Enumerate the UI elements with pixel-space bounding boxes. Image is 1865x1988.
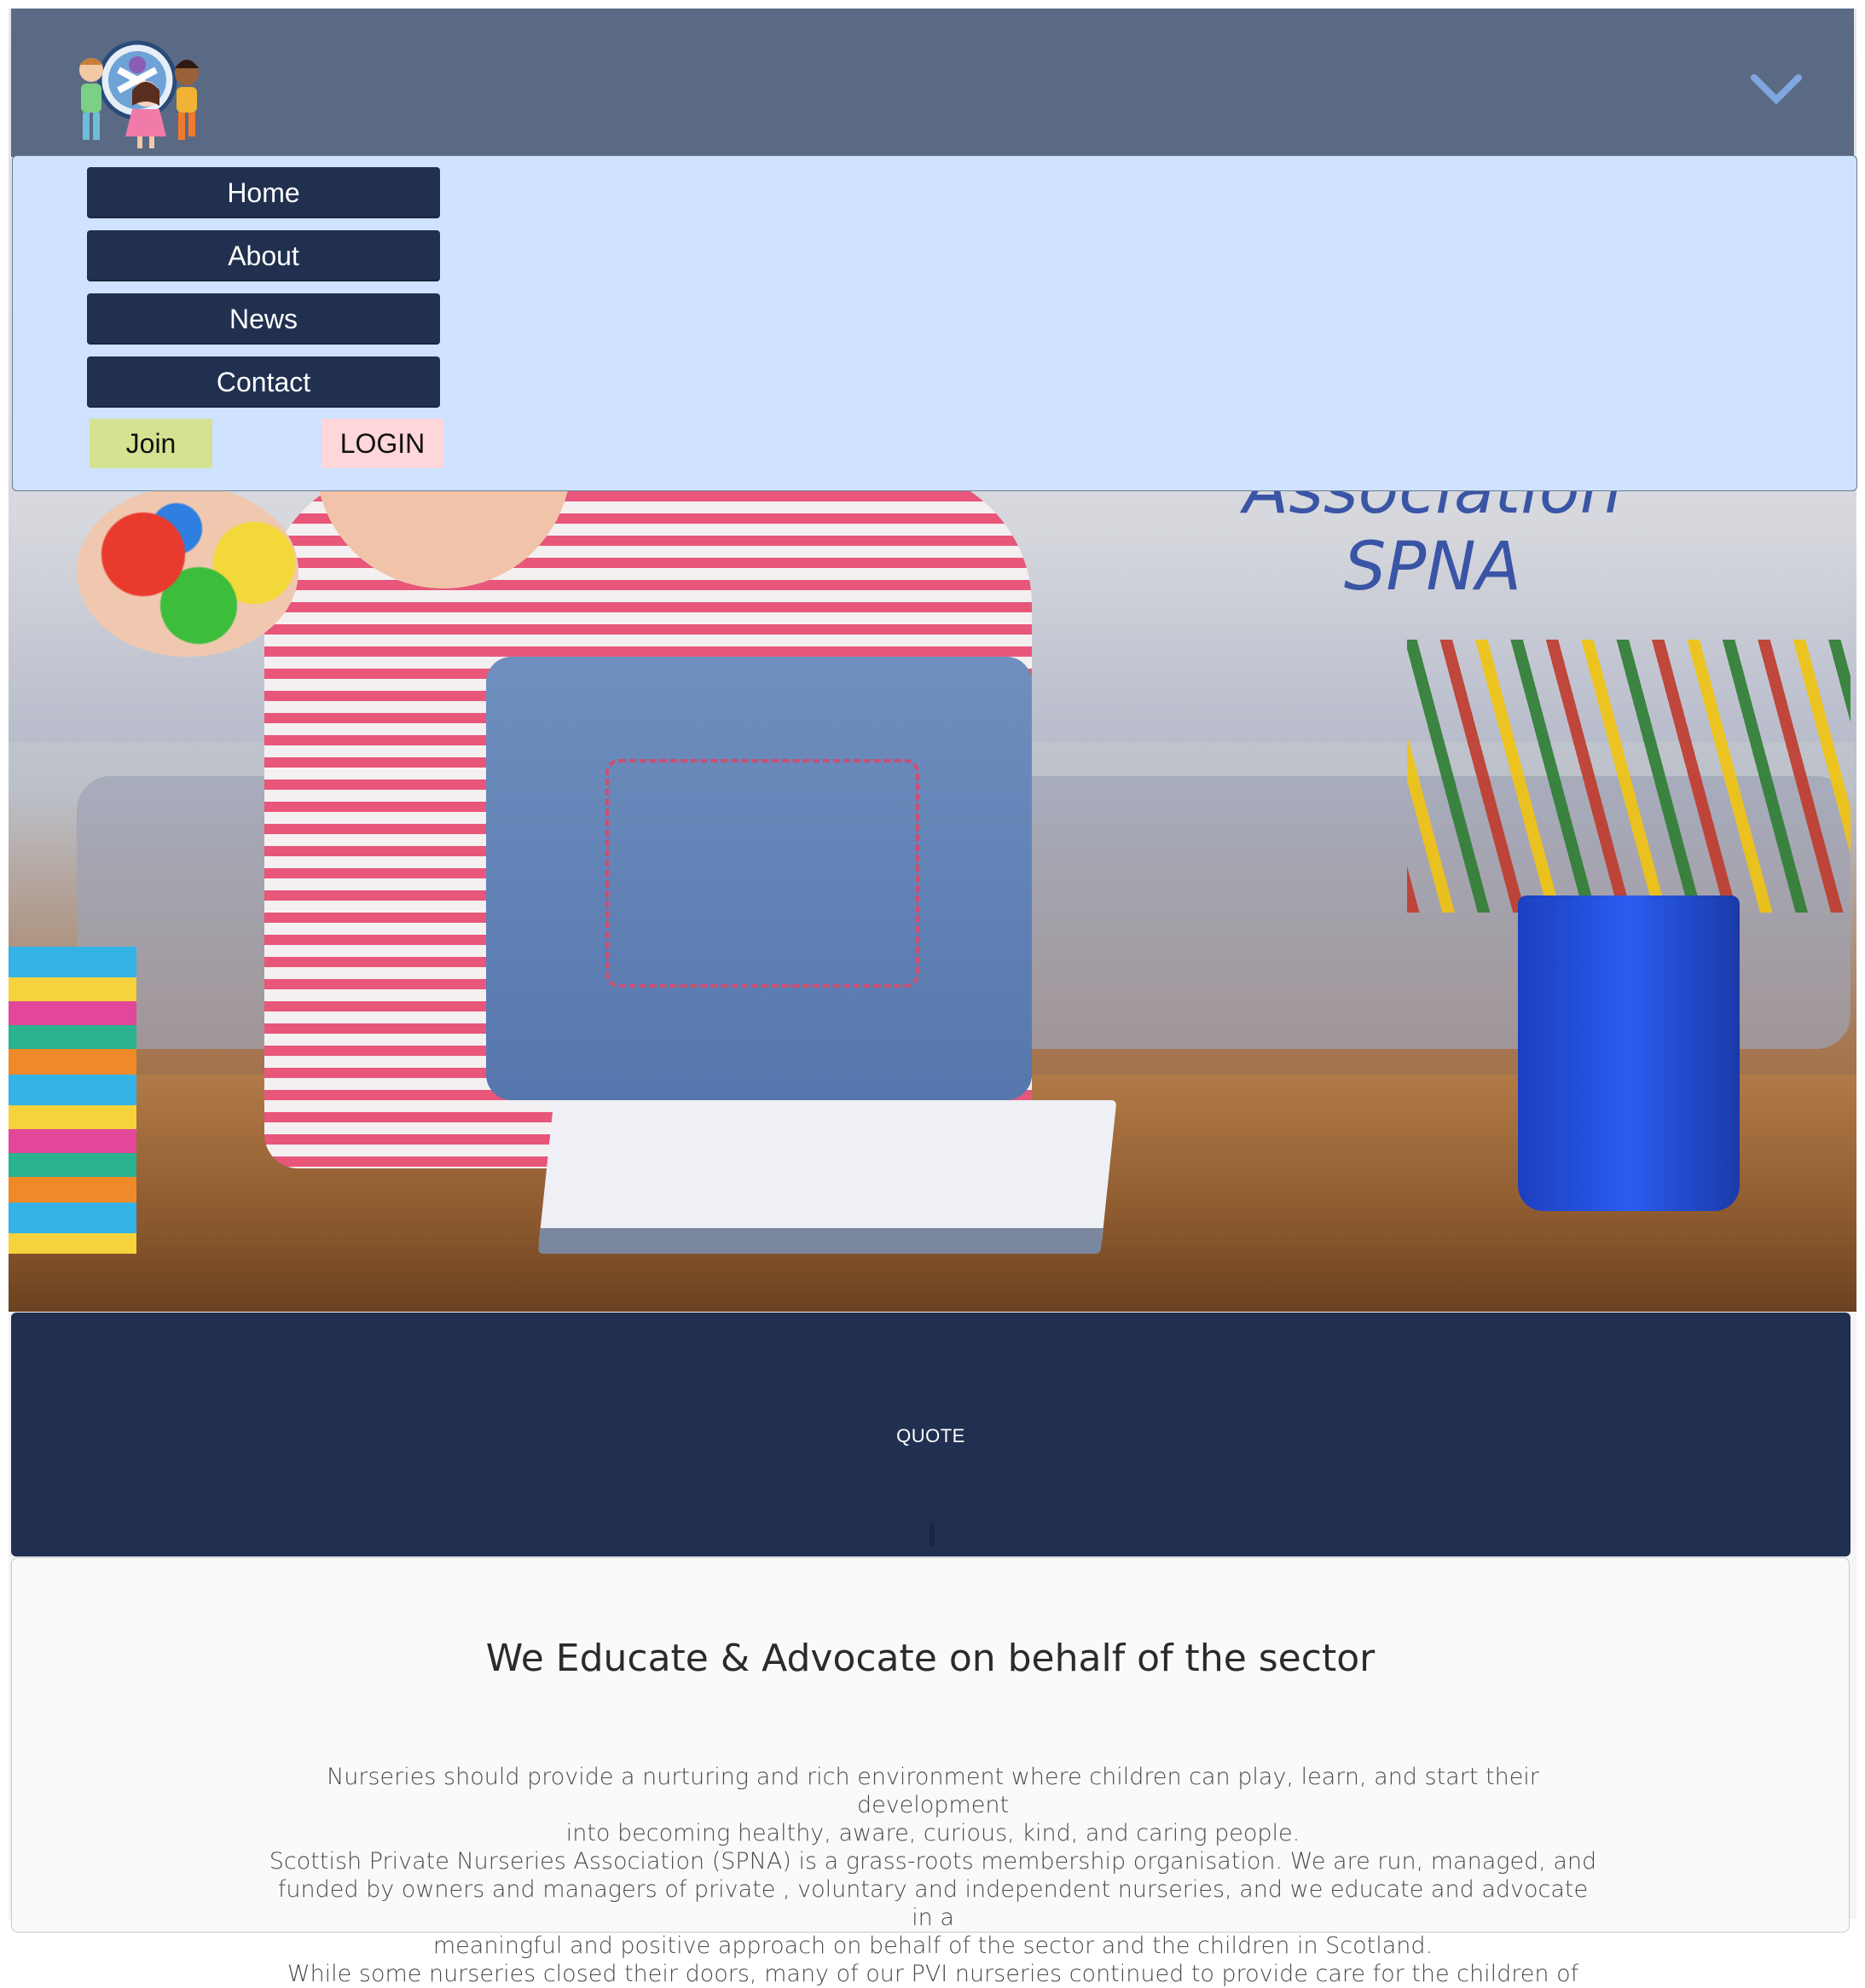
hero-pencils bbox=[1407, 640, 1851, 913]
hero-notebook bbox=[537, 1100, 1117, 1254]
scroll-indicator bbox=[930, 1522, 935, 1546]
hero-title-line-2: SPNA bbox=[1343, 529, 1522, 606]
intro-line-5: meaningful and positive approach on beha… bbox=[432, 1933, 1434, 1959]
hero-painted-hand bbox=[77, 486, 298, 657]
intro-line-4: funded by owners and managers of private… bbox=[277, 1876, 1589, 1931]
children-logo-icon[interactable] bbox=[59, 36, 217, 151]
quote-label: QUOTE bbox=[896, 1425, 965, 1446]
intro-paragraph: Nurseries should provide a nurturing and… bbox=[268, 1763, 1598, 1988]
intro-heading: We Educate & Advocate on behalf of the s… bbox=[485, 1637, 1376, 1680]
login-button[interactable]: LOGIN bbox=[321, 419, 443, 468]
intro-line-2: into becoming healthy, aware, curious, k… bbox=[565, 1820, 1300, 1846]
nav-home-button[interactable]: Home bbox=[87, 167, 440, 218]
intro-line-1: Nurseries should provide a nurturing and… bbox=[327, 1764, 1539, 1818]
header-bar bbox=[11, 9, 1854, 157]
nav-about-button[interactable]: About bbox=[87, 230, 440, 281]
nav-news-button[interactable]: News bbox=[87, 293, 440, 345]
hero-pencil-cup bbox=[1518, 895, 1740, 1211]
chevron-down-icon[interactable] bbox=[1751, 72, 1802, 107]
intro-line-3: Scottish Private Nurseries Association (… bbox=[269, 1848, 1597, 1875]
hero-books bbox=[9, 947, 136, 1254]
nav-contact-button[interactable]: Contact bbox=[87, 356, 440, 408]
join-button[interactable]: Join bbox=[90, 419, 212, 468]
intro-line-6: While some nurseries closed their doors,… bbox=[287, 1961, 1579, 1987]
nav-menu-dropdown: Home About News Contact Join LOGIN bbox=[12, 155, 1857, 491]
hero-overalls-pocket bbox=[605, 759, 919, 988]
quote-section: QUOTE bbox=[11, 1313, 1851, 1556]
intro-card: We Educate & Advocate on behalf of the s… bbox=[11, 1557, 1850, 1987]
